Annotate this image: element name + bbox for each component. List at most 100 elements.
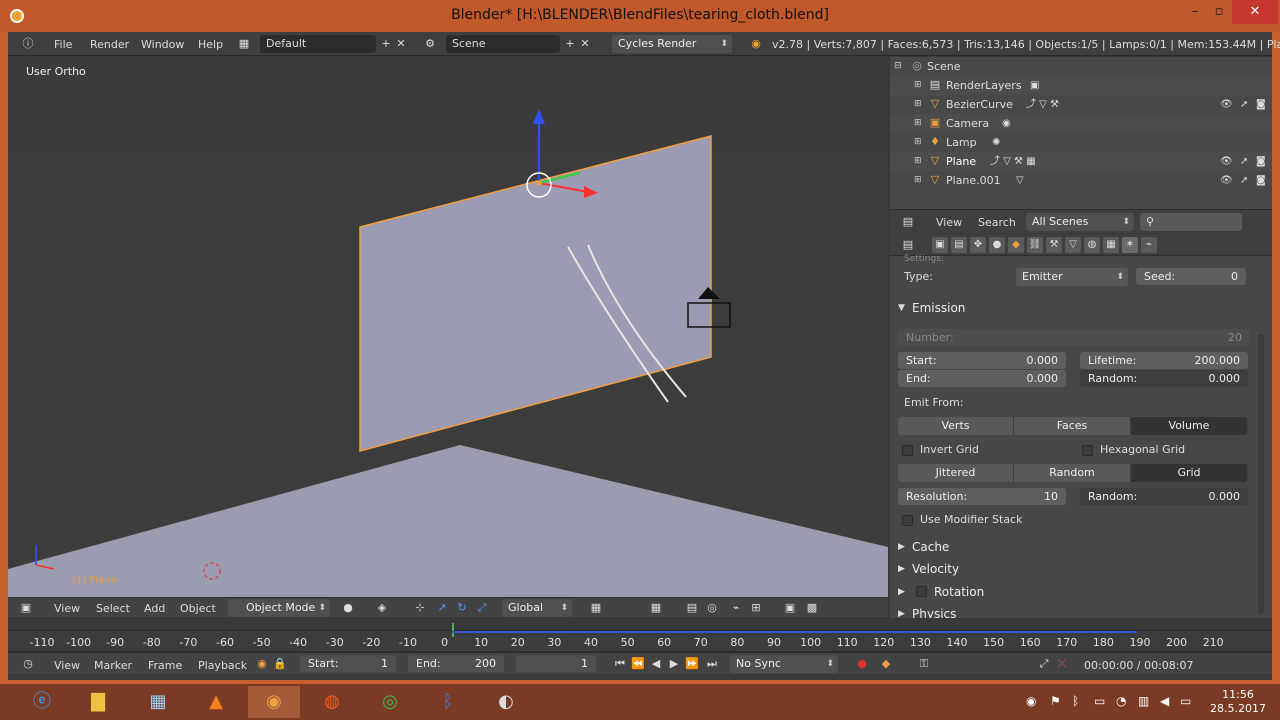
emit-faces-button[interactable]: Faces <box>1014 417 1131 435</box>
tray-flag-icon[interactable]: ⚑ <box>1050 694 1061 708</box>
outliner-row-plane[interactable]: ⊞ ▽ Plane ⤴ ▽ ⚒ ▦ 👁 ➚ ◙ <box>890 152 1272 171</box>
render-engine-dropdown[interactable]: Cycles Render <box>612 35 732 53</box>
render-icon[interactable]: ▣ <box>782 600 798 616</box>
menu-playback[interactable]: Playback <box>198 657 247 674</box>
select-arrow-icon[interactable]: ➚ <box>1240 171 1248 190</box>
current-frame-field[interactable]: 1 <box>516 655 596 672</box>
emission-panel-header[interactable]: ▼ Emission <box>896 297 1258 319</box>
add-scene-icon[interactable]: + <box>562 36 578 52</box>
outliner-row-renderlayers[interactable]: ⊞ ▤ RenderLayers ▣ <box>890 76 1272 95</box>
distribution-random-button[interactable]: Random <box>1014 464 1131 482</box>
menu-frame[interactable]: Frame <box>148 657 182 674</box>
outliner-row-scene[interactable]: ⊟ ◎ Scene <box>890 57 1272 76</box>
expand-icon[interactable]: ⊞ <box>914 76 922 95</box>
menu-add[interactable]: Add <box>144 600 165 617</box>
keying-set-icon[interactable]: ◆ <box>878 656 894 672</box>
visibility-eye-icon[interactable]: 👁 <box>1220 152 1233 171</box>
outliner-row-beziercurve[interactable]: ⊞ ▽ BezierCurve ⤴ ▽ ⚒ 👁 ➚ ◙ <box>890 95 1272 114</box>
render-camera-icon[interactable]: ◙ <box>1256 95 1266 114</box>
distribution-grid-button[interactable]: Grid <box>1131 464 1248 482</box>
lock-range-icon[interactable]: 🔒 <box>272 656 288 672</box>
constraints-tab-icon[interactable]: ⛓ <box>1027 237 1043 253</box>
object-tab-icon[interactable]: ◆ <box>1008 237 1024 253</box>
control-panel-icon[interactable]: ▦ <box>132 686 184 718</box>
start-field[interactable]: Start: 0.000 <box>898 352 1066 369</box>
editor-type-icon[interactable]: ▣ <box>18 600 34 616</box>
invert-grid-checkbox[interactable] <box>902 445 913 456</box>
expand-icon[interactable]: ⊞ <box>914 152 922 171</box>
chrome-icon[interactable]: ◎ <box>364 686 416 718</box>
editor-type-icon[interactable]: ▤ <box>900 237 916 253</box>
bluetooth-icon[interactable]: ᛒ <box>422 686 474 718</box>
lifetime-field[interactable]: Lifetime: 200.000 <box>1080 352 1248 369</box>
start-frame-field[interactable]: Start: 1 <box>300 655 396 672</box>
menu-render[interactable]: Render <box>90 36 129 53</box>
expand-icon[interactable]: ⊞ <box>914 95 922 114</box>
firefox-icon[interactable]: ◍ <box>306 686 358 718</box>
tray-folder-icon[interactable]: ▭ <box>1094 694 1105 708</box>
pivot-icon[interactable]: ◈ <box>374 600 390 616</box>
seed-field[interactable]: Seed: 0 <box>1136 268 1246 285</box>
properties-scrollbar[interactable] <box>1258 334 1264 614</box>
obs-icon[interactable]: ◐ <box>480 686 532 718</box>
visibility-eye-icon[interactable]: 👁 <box>1220 171 1233 190</box>
menu-marker[interactable]: Marker <box>94 657 132 674</box>
outliner-row-camera[interactable]: ⊞ ▣ Camera ◉ <box>890 114 1272 133</box>
tray-bluetooth-icon[interactable]: ᛒ <box>1072 694 1079 708</box>
render-anim-icon[interactable]: ▩ <box>804 600 820 616</box>
texture-tab-icon[interactable]: ▦ <box>1103 237 1119 253</box>
layers-2-icon[interactable]: ▦ <box>648 600 664 616</box>
material-tab-icon[interactable]: ◍ <box>1084 237 1100 253</box>
shading-icon[interactable]: ● <box>340 600 356 616</box>
remove-scene-icon[interactable]: ✕ <box>577 36 593 52</box>
visibility-eye-icon[interactable]: 👁 <box>1220 95 1233 114</box>
tray-wifi-icon[interactable]: ◔ <box>1116 694 1126 708</box>
remove-layout-icon[interactable]: ✕ <box>393 36 409 52</box>
editor-type-icon[interactable]: ▤ <box>900 214 916 230</box>
end-field[interactable]: End: 0.000 <box>898 370 1066 387</box>
keyframe-icon[interactable]: ⚿ <box>916 656 932 672</box>
jump-key-forward-icon[interactable]: ⏩ <box>684 656 700 672</box>
number-field[interactable]: Number: 20 <box>898 329 1250 346</box>
hexagonal-grid-checkbox[interactable] <box>1082 445 1093 456</box>
tray-app-icon[interactable]: ◉ <box>1026 694 1036 708</box>
type-dropdown[interactable]: Emitter <box>1016 268 1128 286</box>
search-input[interactable]: ⚲ <box>1140 213 1242 231</box>
sync-dropdown[interactable]: No Sync <box>730 655 838 673</box>
close-button[interactable]: ✕ <box>1232 0 1278 24</box>
world-tab-icon[interactable]: ● <box>989 237 1005 253</box>
resolution-field[interactable]: Resolution: 10 <box>898 488 1066 505</box>
expand-icon[interactable]: ⊞ <box>914 133 922 152</box>
menu-view[interactable]: View <box>54 600 80 617</box>
scene-tab-icon[interactable]: ✥ <box>970 237 986 253</box>
use-modifier-stack-checkbox[interactable] <box>902 515 913 526</box>
velocity-panel-header[interactable]: ▶ Velocity <box>896 558 1258 580</box>
layers-tab-icon[interactable]: ▤ <box>951 237 967 253</box>
render-camera-icon[interactable]: ◙ <box>1256 171 1266 190</box>
editor-type-icon[interactable]: ◷ <box>20 656 36 672</box>
menu-window[interactable]: Window <box>141 36 184 53</box>
render-camera-icon[interactable]: ◙ <box>1256 152 1266 171</box>
layout-field[interactable]: Default <box>260 35 376 53</box>
lock-icon[interactable]: ▤ <box>684 600 700 616</box>
timeline-ruler[interactable]: -110 -100 -90 -80 -70 -60 -50 -40 -30 -20 -10 0 10 20… <box>8 623 1272 653</box>
play-reverse-icon[interactable]: ◀ <box>648 656 664 672</box>
3d-viewport[interactable]: User Ortho (1) Plane <box>8 57 888 597</box>
z-axis-arrow-icon[interactable] <box>533 109 545 124</box>
physics-tab-icon[interactable]: ⌁ <box>1141 237 1157 253</box>
jump-end-icon[interactable]: ⏭ <box>704 656 720 672</box>
display-mode-dropdown[interactable]: All Scenes <box>1026 213 1134 231</box>
orientation-dropdown[interactable]: Global <box>502 599 572 617</box>
emit-verts-button[interactable]: Verts <box>898 417 1014 435</box>
rotate-icon[interactable]: ↻ <box>454 600 470 616</box>
menu-view[interactable]: View <box>936 214 962 231</box>
tray-volume-icon[interactable]: ◀ <box>1160 694 1169 708</box>
menu-search[interactable]: Search <box>978 214 1016 231</box>
outliner-row-plane001[interactable]: ⊞ ▽ Plane.001 ▽ 👁 ➚ ◙ <box>890 171 1272 190</box>
manipulator-icon[interactable]: ⊹ <box>412 600 428 616</box>
menu-object[interactable]: Object <box>180 600 216 617</box>
rotation-checkbox[interactable] <box>916 586 927 597</box>
scene-icon[interactable]: ⚙ <box>422 36 438 52</box>
jump-key-back-icon[interactable]: ⏪ <box>630 656 646 672</box>
selected-plane[interactable] <box>359 135 712 452</box>
